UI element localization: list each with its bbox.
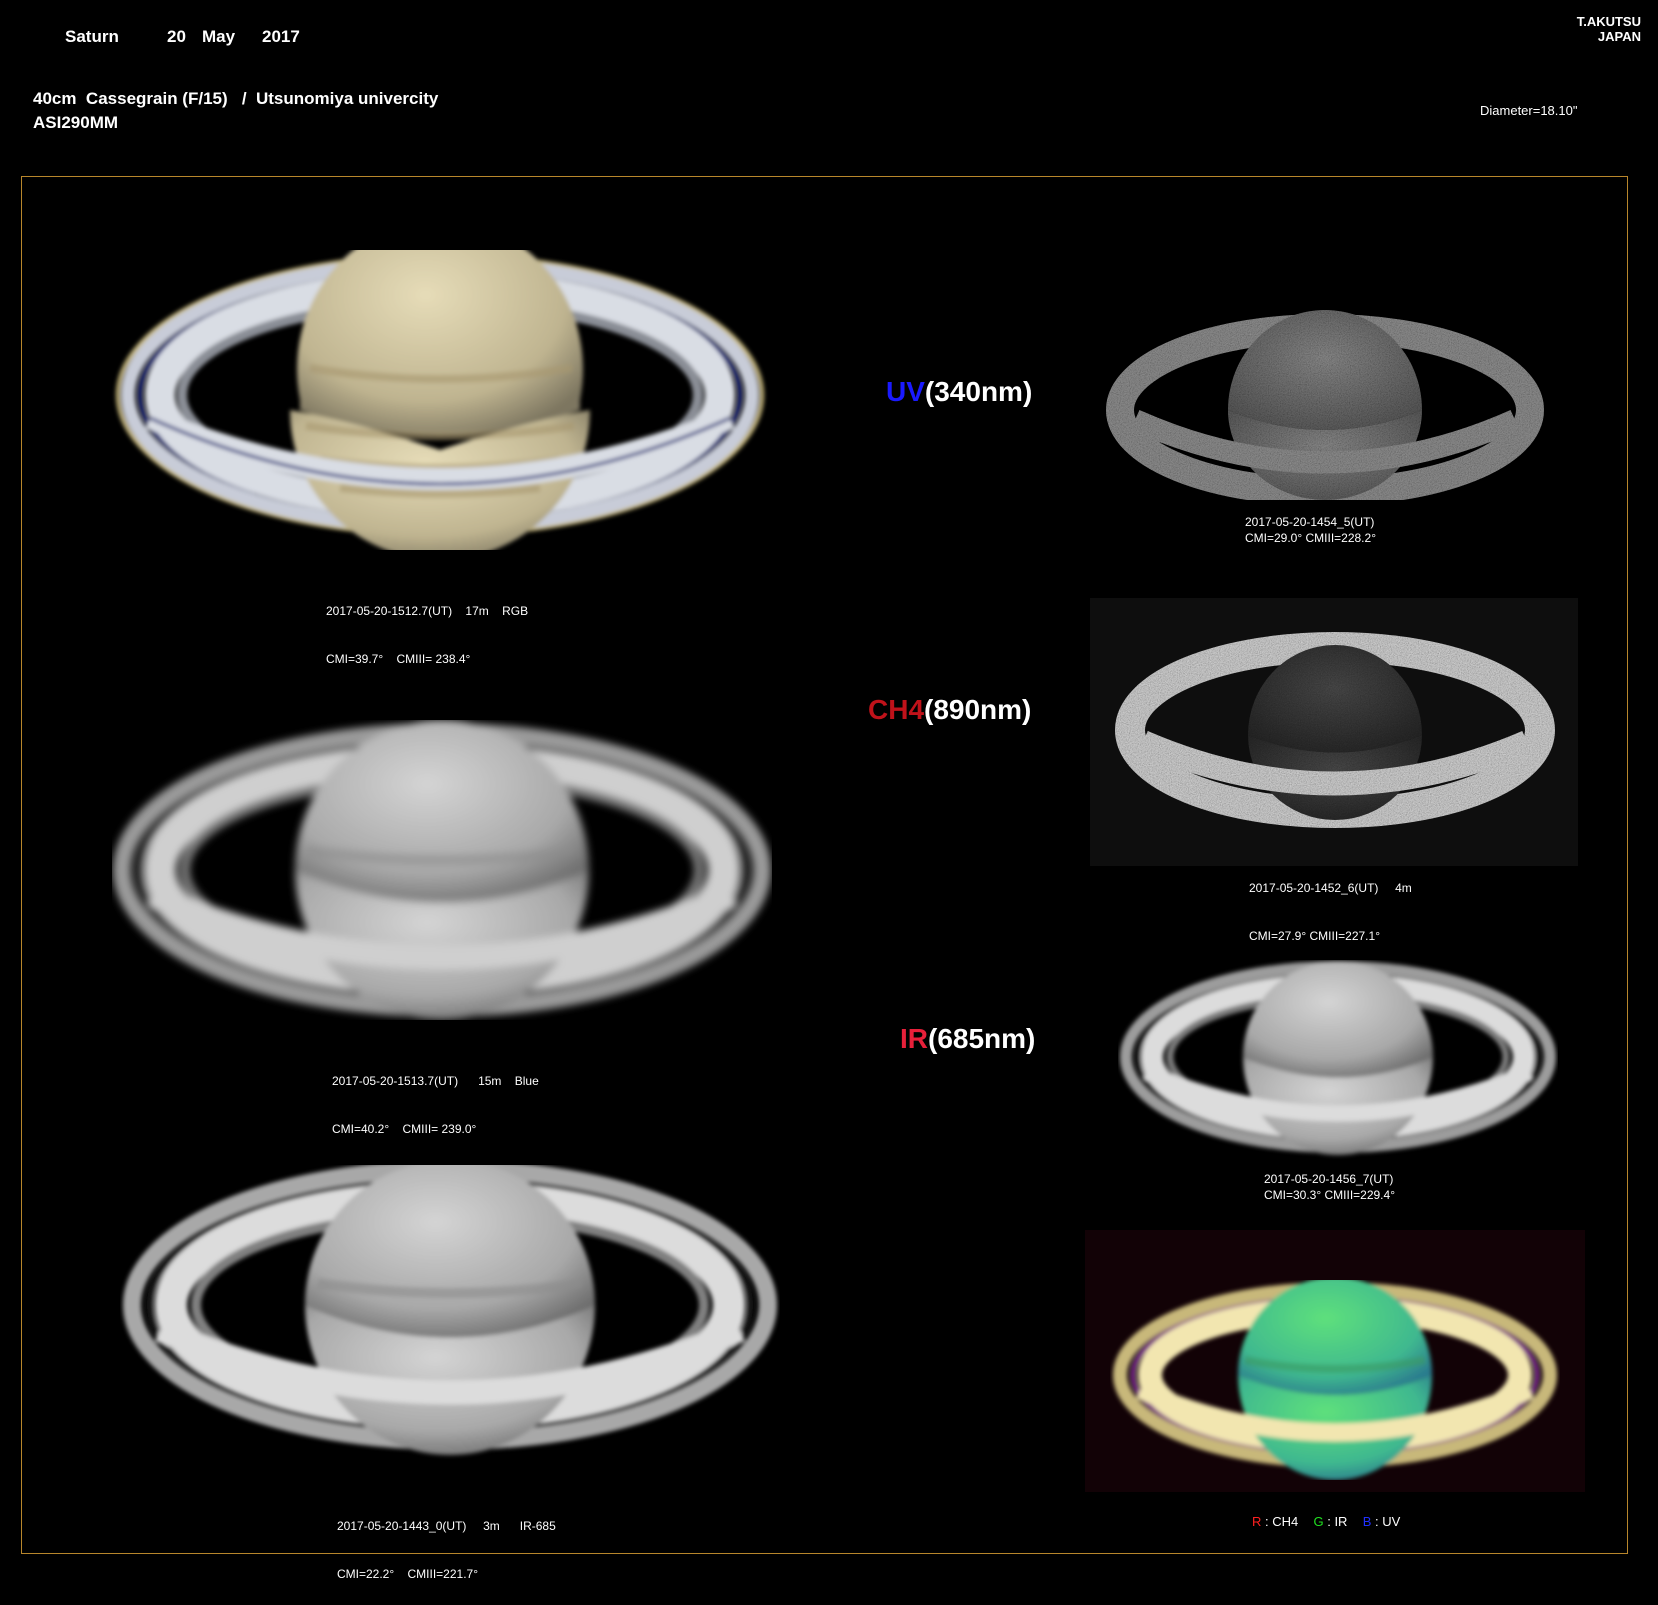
- uv-caption: 2017-05-20-1454_5(UT) CMI=29.0° CMIII=22…: [1245, 514, 1376, 546]
- rgb-caption-line1: 2017-05-20-1512.7(UT) 17m RGB: [326, 604, 529, 618]
- ch4-filter-label: CH4(890nm): [868, 694, 1031, 726]
- ir-caption-line2: CMI=30.3° CMIII=229.4°: [1264, 1188, 1395, 1202]
- rgb-caption-line2: CMI=39.7° CMIII= 238.4°: [326, 652, 471, 666]
- observer: T.AKUTSU JAPAN: [1577, 14, 1641, 44]
- composite-legend: R : CH4 G : IR B : UV: [1252, 1514, 1400, 1530]
- telescope-info: 40cm Cassegrain (F/15) / Utsunomiya univ…: [33, 89, 439, 108]
- uv-label-rest: (340nm): [924, 376, 1033, 407]
- uv-caption-line1: 2017-05-20-1454_5(UT): [1245, 515, 1375, 529]
- ir685-large-caption: 2017-05-20-1443_0(UT) 3m IR-685 CMI=22.2…: [337, 1486, 556, 1598]
- saturn-ch4-image: [1115, 632, 1555, 828]
- ir-caption: 2017-05-20-1456_7(UT) CMI=30.3° CMIII=22…: [1264, 1171, 1395, 1203]
- legend-b-value: : UV: [1371, 1514, 1401, 1529]
- ch4-label-colored: CH4: [868, 694, 925, 725]
- saturn-rgb-image: [116, 250, 764, 550]
- saturn-ir685-large-image: [123, 1165, 777, 1455]
- ir-label-rest: (685nm): [928, 1023, 1036, 1054]
- ir-caption-line1: 2017-05-20-1456_7(UT): [1264, 1172, 1394, 1186]
- ir-filter-label: IR(685nm): [900, 1023, 1035, 1055]
- uv-label-colored: UV: [886, 376, 925, 407]
- ch4-caption-line1: 2017-05-20-1452_6(UT) 4m: [1249, 881, 1412, 895]
- diameter-info: Diameter=18.10": [1480, 103, 1578, 118]
- observer-name: T.AKUTSU: [1576, 14, 1641, 29]
- legend-r-value: : CH4: [1261, 1514, 1299, 1529]
- saturn-uv-image: [1106, 309, 1544, 500]
- object-name: Saturn: [65, 27, 119, 46]
- ch4-caption-line2: CMI=27.9° CMIII=227.1°: [1249, 929, 1380, 943]
- legend-r-key: R: [1252, 1514, 1262, 1529]
- saturn-composite-image: [1113, 1280, 1557, 1480]
- uv-filter-label: UV(340nm): [886, 376, 1032, 408]
- legend-g-key: G: [1313, 1514, 1324, 1529]
- ir-label-colored: IR: [900, 1023, 928, 1054]
- saturn-blue-image: [113, 720, 771, 1020]
- rgb-caption: 2017-05-20-1512.7(UT) 17m RGB CMI=39.7° …: [326, 571, 528, 683]
- blue-caption-line2: CMI=40.2° CMIII= 239.0°: [332, 1122, 477, 1136]
- ch4-caption: 2017-05-20-1452_6(UT) 4m CMI=27.9° CMIII…: [1249, 848, 1412, 960]
- legend-g-value: : IR: [1323, 1514, 1348, 1529]
- camera-info: ASI290MM: [33, 113, 119, 132]
- ir685-large-caption-line2: CMI=22.2° CMIII=221.7°: [337, 1567, 478, 1581]
- date-month: May: [202, 27, 236, 46]
- ch4-label-rest: (890nm): [924, 694, 1032, 725]
- blue-caption: 2017-05-20-1513.7(UT) 15m Blue CMI=40.2°…: [332, 1041, 539, 1153]
- ir685-large-caption-line1: 2017-05-20-1443_0(UT) 3m IR-685: [337, 1519, 556, 1533]
- observer-country: JAPAN: [1597, 29, 1641, 44]
- date-day: 20: [167, 27, 186, 46]
- saturn-ir-image: [1120, 961, 1556, 1155]
- blue-caption-line1: 2017-05-20-1513.7(UT) 15m Blue: [332, 1074, 539, 1088]
- uv-caption-line2: CMI=29.0° CMIII=228.2°: [1245, 531, 1376, 545]
- date-year: 2017: [262, 27, 300, 46]
